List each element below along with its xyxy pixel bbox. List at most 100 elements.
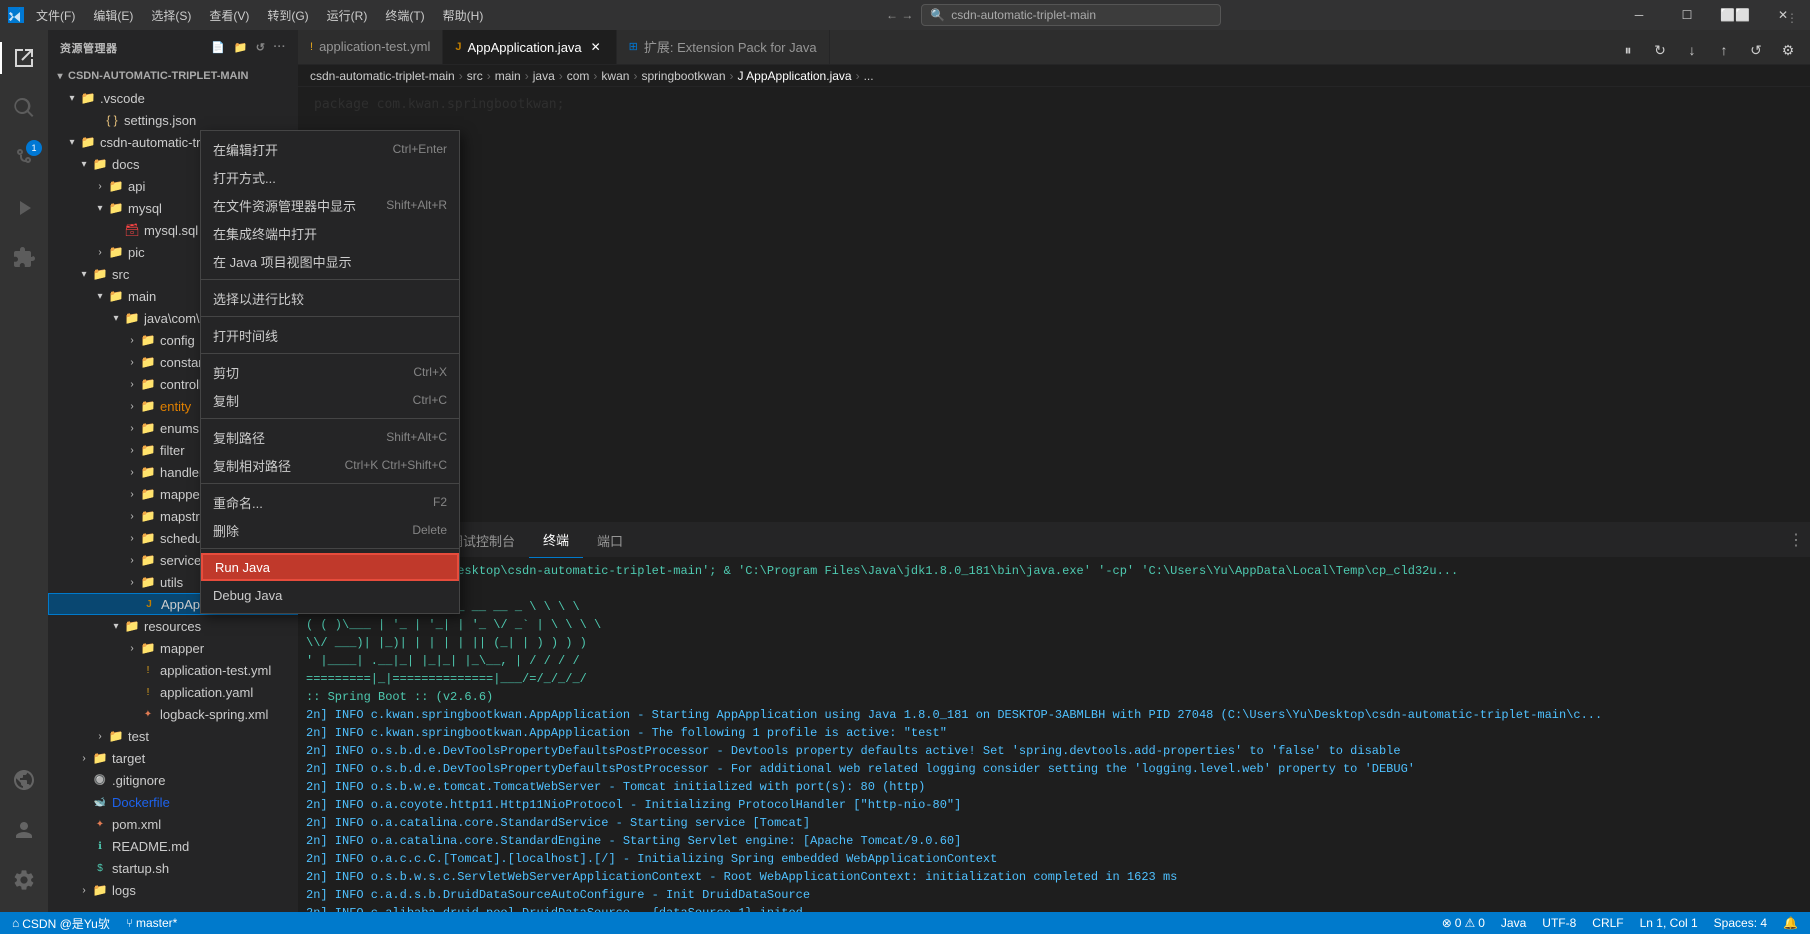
folder-icon: 📁 — [108, 244, 124, 260]
ctx-open-with[interactable]: 打开方式... — [201, 163, 459, 191]
activity-item-run-debug[interactable] — [0, 184, 48, 232]
tree-gitignore[interactable]: 🔘 .gitignore — [48, 769, 298, 791]
breadcrumb-item[interactable]: springbootkwan — [641, 69, 725, 83]
status-language[interactable]: Java — [1497, 912, 1530, 934]
panel-more-icon[interactable]: ⋮ — [1782, 526, 1810, 554]
debug-pause-icon[interactable]: ⏸ — [1614, 36, 1642, 64]
new-folder-icon[interactable]: 📁 — [234, 41, 248, 54]
ctx-delete[interactable]: 删除 Delete — [201, 516, 459, 544]
tree-vscode-folder[interactable]: ▾ 📁 .vscode — [48, 87, 298, 109]
tree-resources-folder[interactable]: ▾ 📁 resources — [48, 615, 298, 637]
ctx-copy[interactable]: 复制 Ctrl+C — [201, 386, 459, 414]
ctx-compare[interactable]: 选择以进行比较 — [201, 284, 459, 312]
ctx-open-in-terminal[interactable]: 在集成终端中打开 — [201, 219, 459, 247]
panel-terminal-content[interactable]: c:; cd 'C:\Users\Yu\Desktop\csdn-automat… — [298, 558, 1810, 912]
tree-settings-json[interactable]: { } settings.json — [48, 109, 298, 131]
status-errors[interactable]: ⊗ 0 ⚠ 0 — [1438, 912, 1489, 934]
tree-test-folder[interactable]: › 📁 test — [48, 725, 298, 747]
status-position[interactable]: Ln 1, Col 1 — [1636, 912, 1702, 934]
ctx-reveal-in-explorer[interactable]: 在文件资源管理器中显示 Shift+Alt+R — [201, 191, 459, 219]
tree-logback-xml[interactable]: ✦ logback-spring.xml — [48, 703, 298, 725]
activity-item-source-control[interactable]: 1 — [0, 134, 48, 182]
tree-readme-md[interactable]: ℹ README.md — [48, 835, 298, 857]
refresh-icon[interactable]: ↺ — [256, 41, 266, 54]
ext-tab-icon: ⊞ — [629, 40, 638, 53]
ctx-copy-relative-path[interactable]: 复制相对路径 Ctrl+K Ctrl+Shift+C — [201, 451, 459, 479]
breadcrumb-item[interactable]: main — [495, 69, 521, 83]
menu-view[interactable]: 查看(V) — [201, 3, 257, 28]
activity-item-account[interactable] — [0, 806, 48, 854]
breadcrumb-item-file[interactable]: J AppApplication.java — [738, 69, 852, 83]
tree-root[interactable]: ▾ CSDN-AUTOMATIC-TRIPLET-MAIN — [48, 65, 298, 87]
folder-icon: 📁 — [140, 442, 156, 458]
breadcrumb-item[interactable]: src — [467, 69, 483, 83]
sh-icon: $ — [92, 860, 108, 876]
activity-item-extensions[interactable] — [0, 234, 48, 282]
window-split-button[interactable]: ⬜⬜ — [1712, 0, 1758, 30]
ctx-shortcut: Ctrl+X — [413, 365, 447, 379]
activity-item-explorer[interactable] — [0, 34, 48, 82]
menu-edit[interactable]: 编辑(E) — [85, 3, 141, 28]
status-encoding[interactable]: UTF-8 — [1538, 912, 1580, 934]
more-options-icon[interactable]: ··· — [274, 41, 287, 54]
refresh-icon[interactable]: ↺ — [1742, 36, 1770, 64]
folder-icon: 📁 — [140, 486, 156, 502]
panel-tab-ports[interactable]: 端口 — [583, 523, 637, 558]
tab-extension-pack[interactable]: ⊞ 扩展: Extension Pack for Java — [617, 30, 830, 64]
step-in-icon[interactable]: ↑ — [1710, 36, 1738, 64]
breadcrumb-item[interactable]: csdn-automatic-triplet-main — [310, 69, 455, 83]
menu-run[interactable]: 运行(R) — [319, 3, 376, 28]
panel-tab-terminal[interactable]: 终端 — [529, 523, 583, 558]
status-remote[interactable]: ⌂ CSDN @是Yu欤 — [8, 912, 114, 934]
ctx-rename[interactable]: 重命名... F2 — [201, 488, 459, 516]
tree-pom-xml[interactable]: ✦ pom.xml — [48, 813, 298, 835]
settings-icon[interactable]: ⚙ — [1774, 36, 1802, 64]
window-minimize-button[interactable]: ─ — [1616, 0, 1662, 30]
activity-item-remote[interactable] — [0, 756, 48, 804]
menu-file[interactable]: 文件(F) — [28, 3, 83, 28]
tab-application-test-yml[interactable]: ! application-test.yml — [298, 30, 443, 64]
yml-tab-icon: ! — [310, 41, 313, 53]
breadcrumb-item[interactable]: kwan — [601, 69, 629, 83]
ctx-cut[interactable]: 剪切 Ctrl+X — [201, 358, 459, 386]
menu-select[interactable]: 选择(S) — [143, 3, 199, 28]
menu-terminal[interactable]: 终端(T) — [377, 3, 432, 28]
tab-close-icon[interactable]: ✕ — [588, 39, 604, 55]
log-line: ( ( )\___ | '_ | '_| | '_ \/ _` | \ \ \ … — [306, 616, 1802, 634]
breadcrumb-item[interactable]: com — [567, 69, 590, 83]
status-eol[interactable]: CRLF — [1588, 912, 1627, 934]
menu-goto[interactable]: 转到(G) — [259, 3, 316, 28]
ctx-item-label: Run Java — [215, 560, 270, 575]
ctx-reveal-java[interactable]: 在 Java 项目视图中显示 — [201, 247, 459, 275]
tree-app-test-yml[interactable]: ! application-test.yml — [48, 659, 298, 681]
status-branch[interactable]: ⑂ master* — [122, 912, 182, 934]
ctx-open-timeline[interactable]: 打开时间线 — [201, 321, 459, 349]
activity-item-search[interactable] — [0, 84, 48, 132]
breadcrumb-item[interactable]: java — [533, 69, 555, 83]
log-line: 2n] INFO o.s.b.w.e.tomcat.TomcatWebServe… — [306, 778, 1802, 796]
ctx-copy-path[interactable]: 复制路径 Shift+Alt+C — [201, 423, 459, 451]
ctx-run-java[interactable]: Run Java — [201, 553, 459, 581]
menu-help[interactable]: 帮助(H) — [435, 3, 492, 28]
restart-icon[interactable]: ↻ — [1646, 36, 1674, 64]
activity-item-settings[interactable] — [0, 856, 48, 904]
ctx-open-in-editor[interactable]: 在编辑打开 Ctrl+Enter — [201, 135, 459, 163]
tree-app-yaml[interactable]: ! application.yaml — [48, 681, 298, 703]
tree-resources-mapper[interactable]: › 📁 mapper — [48, 637, 298, 659]
status-notification[interactable]: 🔔 — [1779, 912, 1802, 934]
ctx-shortcut: Shift+Alt+R — [386, 198, 447, 212]
split-editor-icon[interactable]: ⋮ — [1778, 30, 1806, 32]
title-search-bar[interactable]: 🔍 csdn-automatic-triplet-main — [921, 4, 1221, 26]
tree-startup-sh[interactable]: $ startup.sh — [48, 857, 298, 879]
window-maximize-button[interactable]: ☐ — [1664, 0, 1710, 30]
new-file-icon[interactable]: 📄 — [211, 41, 225, 54]
status-errors-label: 0 — [1455, 916, 1462, 930]
tree-target-folder[interactable]: › 📁 target — [48, 747, 298, 769]
tree-logs-folder[interactable]: › 📁 logs — [48, 879, 298, 901]
tree-dockerfile[interactable]: 🐋 Dockerfile — [48, 791, 298, 813]
step-over-icon[interactable]: ↓ — [1678, 36, 1706, 64]
ctx-debug-java[interactable]: Debug Java — [201, 581, 459, 609]
tab-app-application-java[interactable]: J AppApplication.java ✕ — [443, 30, 616, 64]
ctx-shortcut: Ctrl+C — [413, 393, 447, 407]
status-spaces[interactable]: Spaces: 4 — [1710, 912, 1771, 934]
